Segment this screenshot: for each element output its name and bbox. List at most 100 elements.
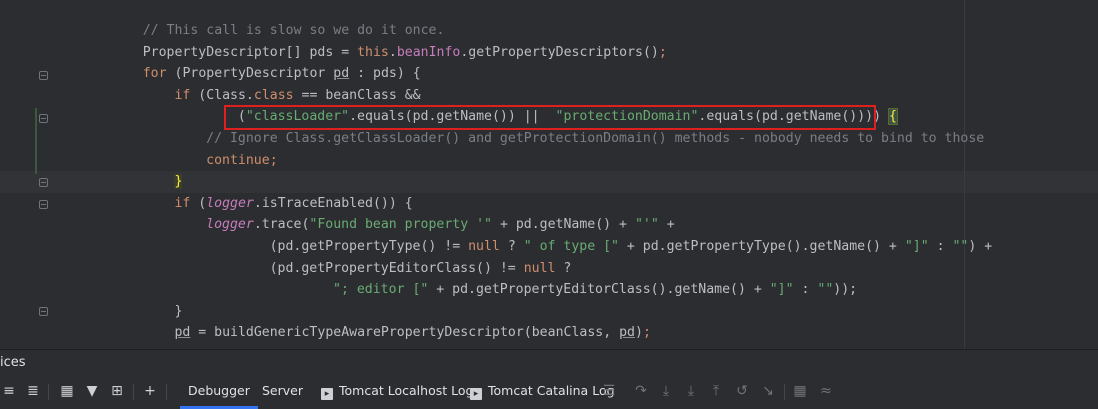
code-token: : — [928, 239, 953, 254]
code-token: .equals(pd.getName()) || — [349, 109, 556, 125]
code-line[interactable]: pd = buildGenericTypeAwarePropertyDescri… — [174, 322, 650, 344]
code-token: ) + — [968, 239, 993, 254]
code-token: : — [793, 282, 818, 298]
code-line[interactable]: (pd.getPropertyEditorClass() != null ? — [270, 258, 572, 280]
tab-tomcat-localhost-log[interactable]: ▸ Tomcat Localhost Log — [313, 375, 481, 406]
code-token: null — [523, 260, 556, 276]
tab-label: Server — [262, 383, 303, 398]
code-line[interactable]: logger.trace("Found bean property '" + p… — [206, 214, 674, 236]
code-token: (Class. — [190, 87, 254, 103]
right-margin-guide — [964, 0, 965, 349]
code-token: for — [142, 66, 167, 82]
code-line[interactable]: if (Class.class == beanClass && — [174, 85, 420, 107]
tab-debugger[interactable]: Debugger — [180, 375, 258, 409]
code-token: } — [174, 303, 183, 319]
code-line[interactable]: } — [174, 301, 182, 323]
fold-toggle-icon[interactable] — [39, 71, 48, 80]
code-token: ( — [190, 195, 207, 211]
code-token: { — [887, 108, 898, 126]
vcs-change-marker[interactable] — [35, 108, 37, 174]
code-token: = buildGenericTypeAwarePropertyDescripto… — [190, 325, 620, 341]
code-token: continue — [206, 152, 270, 168]
code-token: .equals(pd.getName()))) — [698, 109, 889, 125]
current-line-highlight — [0, 171, 1098, 193]
code-token: if — [174, 195, 191, 211]
run-to-cursor-icon[interactable]: ↘ — [759, 382, 777, 400]
code-token: .trace( — [253, 217, 310, 233]
trace-icon[interactable]: ≈ — [817, 382, 835, 400]
filter-icon[interactable]: ▼ — [83, 382, 101, 400]
code-line[interactable]: // This call is slow so we do it once. — [143, 20, 445, 42]
step-over-icon[interactable]: ↷ — [632, 382, 650, 400]
drop-frame-icon[interactable]: ↺ — [733, 382, 751, 400]
code-token: } — [174, 174, 183, 190]
tab-label: Debugger — [188, 383, 250, 398]
code-token: "protectionDomain" — [555, 109, 699, 125]
tab-tomcat-catalina-log[interactable]: ▸ Tomcat Catalina Log — [462, 375, 623, 406]
expand-all-icon[interactable]: ≡ — [0, 382, 18, 400]
code-token: ) — [634, 325, 643, 341]
code-line[interactable]: (pd.getPropertyType() != null ? " of typ… — [270, 236, 993, 258]
code-line[interactable]: PropertyDescriptor[] pds = this.beanInfo… — [143, 42, 667, 64]
console-icon: ▸ — [321, 388, 333, 400]
code-line[interactable]: ("classLoader".equals(pd.getName()) || "… — [238, 106, 898, 128]
code-token: (pd.getPropertyEditorClass() != — [269, 260, 524, 276]
code-token: (PropertyDescriptor — [166, 66, 334, 82]
evaluate-icon[interactable]: ▦ — [791, 382, 809, 400]
add-service-icon[interactable]: ⊞ — [108, 382, 126, 400]
code-token: // Ignore Class.getClassLoader() and get… — [206, 131, 985, 146]
toolbar-separator — [166, 384, 167, 400]
code-token: . — [388, 44, 397, 60]
fold-toggle-icon[interactable] — [39, 200, 48, 209]
toolbar-separator — [133, 384, 134, 400]
code-token: + pd.getName() + — [492, 217, 635, 233]
menu-icon[interactable]: ☰ — [600, 382, 618, 400]
code-token: "; editor [" — [333, 282, 429, 298]
step-into-icon[interactable]: ⤓ — [657, 382, 675, 400]
code-token: logger — [206, 195, 254, 211]
code-token: "Found bean property '" — [309, 217, 493, 233]
code-token: "classLoader" — [245, 109, 350, 125]
code-token: ? — [555, 260, 572, 276]
code-token: this — [357, 44, 389, 60]
code-line[interactable]: continue; — [206, 150, 277, 172]
code-token: class — [253, 87, 294, 103]
code-line[interactable]: // Ignore Class.getClassLoader() and get… — [206, 128, 984, 150]
step-out-icon[interactable]: ⤒ — [707, 382, 725, 400]
fold-toggle-icon[interactable] — [39, 178, 48, 187]
force-step-into-icon[interactable]: ⤓ — [682, 382, 700, 400]
code-line[interactable]: if (logger.isTraceEnabled()) { — [174, 193, 412, 215]
services-title: ices — [0, 355, 26, 370]
add-icon[interactable]: + — [141, 382, 159, 400]
code-line[interactable]: for (PropertyDescriptor pd : pds) { — [143, 63, 421, 85]
code-token: "]" — [769, 282, 794, 298]
code-token: pd — [333, 66, 350, 82]
code-token: .getPropertyDescriptors() — [460, 44, 659, 60]
code-line[interactable]: } — [174, 171, 183, 193]
services-toolbar: ≡ ≣ ▦ ▼ ⊞ + Debugger Server ▸ Tomcat Loca… — [0, 375, 1098, 409]
code-token: + pd.getPropertyType().getName() + — [618, 239, 905, 254]
code-token: ? — [499, 239, 524, 254]
collapse-all-icon[interactable]: ≣ — [24, 382, 42, 400]
console-icon: ▸ — [470, 388, 482, 400]
group-icon[interactable]: ▦ — [58, 382, 76, 400]
services-tool-window-header: ices — [0, 349, 1098, 376]
code-token: beanInfo — [396, 44, 461, 60]
fold-toggle-icon[interactable] — [39, 114, 48, 123]
code-token: null — [468, 239, 500, 254]
fold-toggle-icon[interactable] — [39, 307, 48, 316]
code-token: "]" — [904, 239, 929, 254]
code-token: logger — [206, 217, 254, 233]
code-token: "" — [817, 282, 834, 298]
code-token: "" — [952, 239, 969, 254]
code-token: pd — [174, 325, 191, 341]
code-line[interactable]: "; editor [" + pd.getPropertyEditorClass… — [333, 279, 857, 301]
toolbar-separator — [48, 384, 49, 400]
code-token: PropertyDescriptor[] pds = — [142, 44, 358, 60]
code-token: : pds) { — [349, 66, 421, 82]
tab-server[interactable]: Server — [254, 375, 311, 406]
code-token: "'" — [634, 217, 659, 233]
code-editor[interactable]: // This call is slow so we do it once. Pr… — [0, 0, 1098, 349]
code-token: + pd.getPropertyEditorClass().getName() … — [428, 282, 770, 298]
code-token: ; — [642, 325, 651, 341]
